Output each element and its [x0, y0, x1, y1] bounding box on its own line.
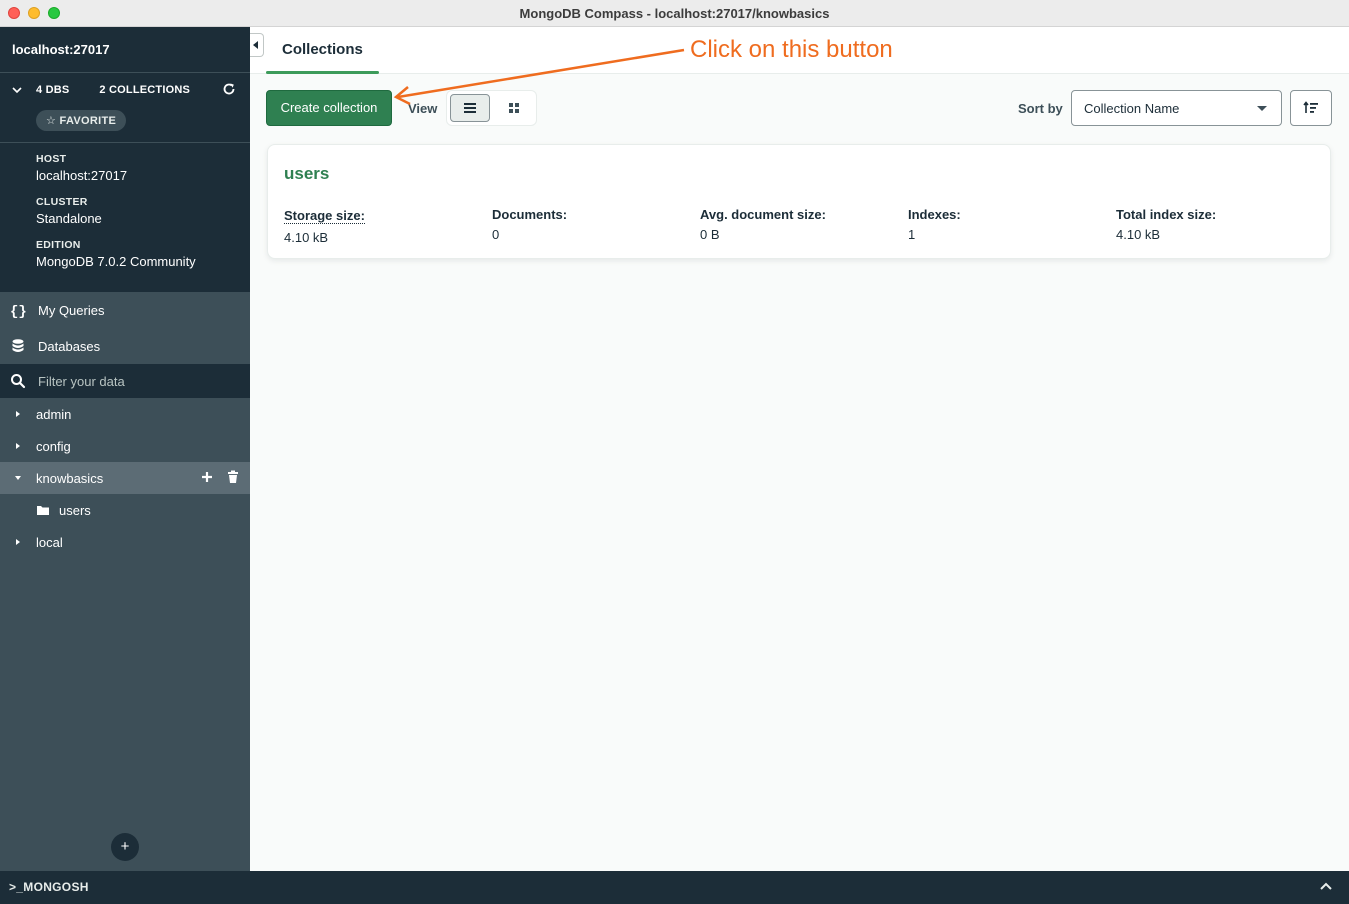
db-name: local: [36, 534, 63, 550]
collection-card[interactable]: users Storage size: 4.10 kB Documents: 0…: [267, 144, 1331, 259]
sidebar: localhost:27017 4 DBS 2 COLLECTIONS ☆ FA…: [0, 27, 250, 871]
dbs-label: DBS: [45, 84, 70, 96]
search-icon: [11, 374, 26, 389]
sort-label: Sort by: [1018, 101, 1063, 116]
metric-total-index-size: Total index size: 4.10 kB: [1116, 207, 1216, 242]
filter-placeholder: Filter your data: [38, 373, 125, 389]
db-item-config[interactable]: config: [0, 430, 250, 462]
collections-stat: 2 COLLECTIONS: [99, 84, 190, 96]
caret-right-icon[interactable]: [14, 442, 22, 450]
caret-down-icon: [1257, 106, 1267, 111]
plus-icon[interactable]: [200, 470, 214, 484]
metric-value: 1: [908, 227, 916, 242]
collapse-sidebar-button[interactable]: [250, 33, 264, 57]
list-view-button[interactable]: [450, 94, 490, 122]
tab-collections-label: Collections: [282, 41, 363, 58]
mongosh-label: >_MONGOSH: [9, 880, 89, 894]
refresh-icon[interactable]: [222, 82, 236, 96]
window-title: MongoDB Compass - localhost:27017/knowba…: [519, 6, 830, 21]
caret-down-icon[interactable]: [14, 474, 22, 482]
folder-icon: [37, 506, 49, 515]
favorite-label: FAVORITE: [59, 115, 117, 127]
grid-view-button[interactable]: [494, 94, 534, 122]
caret-right-icon[interactable]: [14, 410, 22, 418]
plus-icon: +: [120, 838, 130, 855]
filter-input[interactable]: Filter your data: [0, 364, 250, 398]
db-item-local[interactable]: local: [0, 526, 250, 558]
curly-braces-icon: {}: [10, 304, 26, 318]
caret-right-icon[interactable]: [14, 538, 22, 546]
create-collection-button[interactable]: Create collection: [266, 90, 392, 126]
svg-text:{}: {}: [10, 304, 26, 318]
connection-name[interactable]: localhost:27017: [0, 27, 250, 72]
host-label: HOST: [36, 153, 67, 165]
nav-databases-label: Databases: [38, 338, 101, 354]
nav-my-queries[interactable]: {} My Queries: [0, 292, 250, 328]
list-icon: [464, 103, 476, 113]
annotation-label: Click on this button: [690, 36, 893, 63]
tab-collections[interactable]: Collections: [266, 27, 379, 74]
metric-value: 4.10 kB: [1116, 227, 1161, 242]
metric-indexes: Indexes: 1: [908, 207, 961, 242]
metric-value: 0 B: [700, 227, 720, 242]
sort-select[interactable]: Collection Name: [1071, 90, 1282, 126]
dbs-stat: 4 DBS: [36, 84, 69, 96]
connection-details: HOST localhost:27017 CLUSTER Standalone …: [0, 142, 250, 292]
dbs-count: 4: [36, 84, 43, 96]
add-database-button[interactable]: +: [111, 833, 139, 861]
sort-select-value: Collection Name: [1084, 101, 1180, 116]
cluster-label: CLUSTER: [36, 196, 88, 208]
collection-name: users: [59, 502, 91, 518]
db-item-admin[interactable]: admin: [0, 398, 250, 430]
trash-icon[interactable]: [226, 470, 240, 484]
host-value: localhost:27017: [36, 168, 128, 183]
metric-label: Storage size:: [284, 208, 365, 224]
nav-databases[interactable]: Databases: [0, 328, 250, 364]
metric-storage-size: Storage size: 4.10 kB: [284, 207, 365, 245]
collections-count: 2: [99, 84, 106, 96]
collection-card-title[interactable]: users: [284, 164, 329, 184]
sort-ascending-icon: [1303, 101, 1318, 113]
star-icon: ☆: [46, 115, 57, 127]
view-label: View: [408, 101, 438, 116]
collections-label: COLLECTIONS: [109, 84, 191, 96]
database-icon: [12, 339, 24, 352]
nav-my-queries-label: My Queries: [38, 302, 105, 318]
active-tab-indicator: [266, 71, 379, 74]
metric-value: 0: [492, 227, 500, 242]
mongosh-bar[interactable]: >_MONGOSH: [0, 871, 1349, 904]
edition-value: MongoDB 7.0.2 Community: [36, 254, 196, 269]
favorite-button[interactable]: ☆ FAVORITE: [36, 110, 127, 131]
db-name: config: [36, 438, 71, 454]
db-item-knowbasics[interactable]: knowbasics: [0, 462, 250, 494]
grid-icon: [509, 103, 519, 113]
metric-value: 4.10 kB: [284, 230, 329, 245]
metric-label: Documents:: [492, 207, 568, 222]
db-name: admin: [36, 406, 72, 422]
metric-label: Avg. document size:: [700, 207, 826, 222]
chevron-up-icon[interactable]: [1319, 881, 1333, 891]
view-toggle: [446, 90, 537, 126]
db-name: knowbasics: [36, 470, 104, 486]
title-bar: MongoDB Compass - localhost:27017/knowba…: [0, 0, 1349, 27]
chevron-down-icon[interactable]: [12, 85, 22, 95]
metric-label: Total index size:: [1116, 207, 1217, 222]
sort-direction-button[interactable]: [1290, 90, 1332, 126]
metric-documents: Documents: 0: [492, 207, 567, 242]
connection-stats: 4 DBS 2 COLLECTIONS ☆ FAVORITE: [0, 72, 250, 142]
main-panel: Collections Create collection View Sort …: [250, 27, 1349, 871]
metric-avg-document-size: Avg. document size: 0 B: [700, 207, 826, 242]
metric-label: Indexes:: [908, 207, 961, 222]
cluster-value: Standalone: [36, 211, 102, 226]
collection-item-users[interactable]: users: [0, 494, 250, 526]
caret-left-icon: [253, 41, 258, 49]
edition-label: EDITION: [36, 239, 81, 251]
